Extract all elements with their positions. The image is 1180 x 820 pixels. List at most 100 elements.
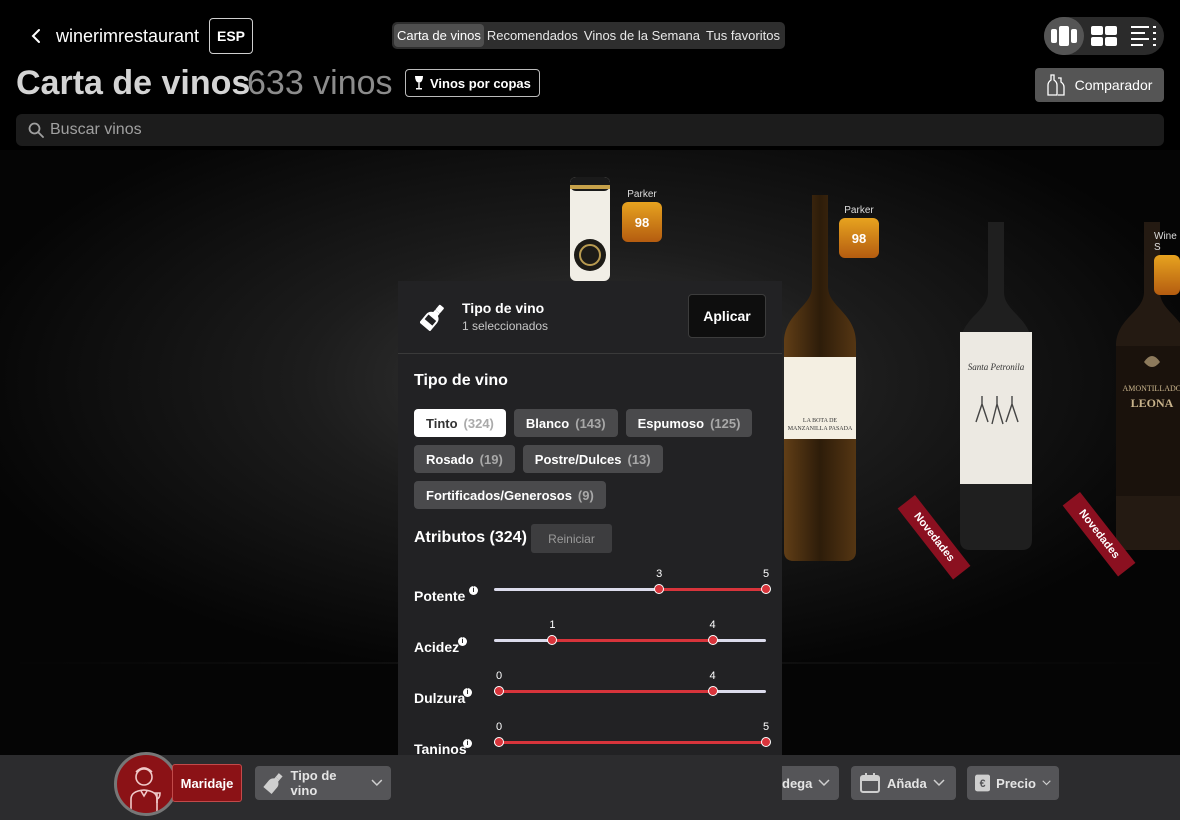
chip-tinto[interactable]: Tinto (324) [414, 409, 506, 437]
tab-tus-favoritos[interactable]: Tus favoritos [703, 24, 783, 47]
filter-panel-title: Tipo de vino [462, 300, 545, 316]
info-icon[interactable]: i [463, 688, 472, 697]
slider-min-handle[interactable] [547, 635, 558, 645]
tab-carta-de-vinos[interactable]: Carta de vinos [394, 24, 484, 47]
search-icon [28, 122, 44, 138]
attribute-row-potente: Potente i 3 5 [414, 567, 771, 607]
grid-view-icon [1091, 26, 1117, 46]
apply-button[interactable]: Aplicar [688, 294, 766, 338]
slider-max-value: 4 [709, 670, 716, 682]
search-input[interactable] [50, 121, 450, 139]
chip-label: Espumoso [637, 415, 705, 431]
chevron-down-icon [371, 779, 383, 786]
grid-view-button[interactable] [1084, 17, 1124, 55]
slider-range-fill [659, 588, 766, 591]
sommelier-avatar[interactable] [114, 752, 178, 816]
reset-button[interactable]: Reiniciar [531, 524, 612, 553]
list-view-icon [1131, 26, 1156, 46]
comparator-label: Comparador [1074, 77, 1153, 93]
wine-type-section-title: Tipo de vino [414, 372, 508, 389]
attributes-section-title: Atributos (324) [414, 529, 527, 546]
chip-count: (19) [479, 451, 503, 467]
chip-fortificados-generosos[interactable]: Fortificados/Generosos (9) [414, 481, 606, 509]
slider-min-handle[interactable] [494, 686, 504, 696]
chip-espumoso[interactable]: Espumoso (125) [625, 409, 753, 437]
slider-max-handle[interactable] [707, 635, 718, 645]
wines-by-glass-button[interactable]: Vinos por copas [405, 69, 540, 97]
wine-bottle-icon [420, 304, 444, 331]
calendar-icon [860, 773, 880, 793]
score-value: 98 [839, 218, 879, 258]
chip-label: Fortificados/Generosos [426, 487, 572, 503]
filter-label: Precio [996, 775, 1036, 791]
filter-label: Añada [887, 775, 927, 791]
bottle-4-label-line-1: AMONTILLADO [1122, 384, 1180, 393]
attribute-range-slider[interactable]: 35 [494, 568, 771, 594]
chip-label: Postre/Dulces [534, 451, 622, 467]
score-source-label: Wine S [1154, 231, 1177, 253]
chip-row: Tinto (324) Blanco (143) Espumoso (125) [414, 409, 766, 437]
attribute-row-acidez: Acidez i 1 4 [414, 618, 766, 658]
restaurant-name: winerimrestaurant [56, 26, 200, 46]
bottle-3-label: Santa Petronila [967, 362, 1025, 372]
chevron-left-icon [31, 29, 40, 43]
score-badge-1: Parker 98 [622, 189, 662, 242]
chip-blanco[interactable]: Blanco (143) [513, 409, 618, 437]
comparator-button[interactable]: Comparador [1035, 68, 1164, 102]
vintage-filter-button[interactable]: Añada [851, 766, 956, 800]
chip-row: Fortificados/Generosos (9) [414, 481, 766, 509]
info-icon[interactable]: i [458, 637, 467, 646]
slider-min-handle[interactable] [494, 737, 504, 747]
wine-bottle-1[interactable] [568, 177, 612, 286]
back-button[interactable] [26, 26, 46, 46]
slider-min-handle[interactable] [654, 584, 665, 594]
attribute-row-dulzura: Dulzura i 0 4 [414, 669, 766, 709]
wines-by-glass-label: Vinos por copas [430, 75, 531, 91]
slider-range-fill [499, 690, 713, 693]
view-mode-toggle [1044, 17, 1164, 55]
slider-range-fill [499, 741, 766, 744]
bottle-2-label: LA BOTA DE MANZANILLA PASADA [782, 417, 858, 433]
wine-type-chips: Tinto (324) Blanco (143) Espumoso (125) … [414, 409, 766, 517]
chip-rosado[interactable]: Rosado (19) [414, 445, 515, 473]
attribute-label: Dulzura [414, 690, 466, 706]
carousel-view-icon [1051, 26, 1077, 46]
info-icon[interactable]: i [463, 739, 472, 748]
chip-postre-dulces[interactable]: Postre/Dulces (13) [522, 445, 663, 473]
bottle-4-label: AMONTILLADO LEONA [1114, 382, 1180, 410]
slider-min-value: 0 [495, 721, 503, 733]
wine-type-filter-button[interactable]: Tipo de vino [255, 766, 391, 800]
list-view-button[interactable] [1124, 17, 1164, 55]
search-bar [16, 114, 1164, 146]
chevron-down-icon [818, 779, 830, 787]
slider-min-value: 3 [656, 568, 663, 580]
score-badge-2: Parker 98 [839, 205, 879, 258]
carousel-view-button[interactable] [1044, 17, 1084, 55]
tab-recomendados[interactable]: Recomendados [484, 24, 581, 47]
tab-vinos-de-la-semana[interactable]: Vinos de la Semana [581, 24, 703, 47]
bodega-filter-button[interactable]: dega [782, 766, 839, 800]
maridaje-button[interactable]: Maridaje [172, 764, 242, 802]
chip-count: (143) [575, 415, 606, 431]
svg-text:€: € [980, 778, 986, 790]
price-filter-button[interactable]: € Precio [967, 766, 1059, 800]
info-icon[interactable]: i [469, 586, 478, 595]
language-button[interactable]: ESP [209, 18, 253, 54]
wine-bottle-3[interactable]: Santa Petronila [958, 222, 1034, 557]
chip-row: Rosado (19) Postre/Dulces (13) [414, 445, 766, 473]
attribute-range-slider[interactable]: 05 [494, 721, 771, 747]
filter-label: dega [782, 775, 813, 791]
slider-max-handle[interactable] [761, 584, 771, 594]
filter-panel-subtitle: 1 seleccionados [462, 319, 549, 333]
slider-max-handle[interactable] [707, 686, 718, 696]
slider-max-value: 5 [762, 568, 770, 580]
chip-count: (125) [710, 415, 741, 431]
attribute-range-slider[interactable]: 14 [494, 619, 766, 645]
euro-icon: € [975, 774, 991, 792]
slider-max-handle[interactable] [761, 737, 771, 747]
wine-bottle-icon [263, 773, 283, 794]
page-title: Carta de vinos [16, 64, 251, 102]
attribute-range-slider[interactable]: 04 [494, 670, 766, 696]
score-badge-4: Wine S [1154, 231, 1180, 295]
slider-min-value: 1 [549, 619, 556, 631]
